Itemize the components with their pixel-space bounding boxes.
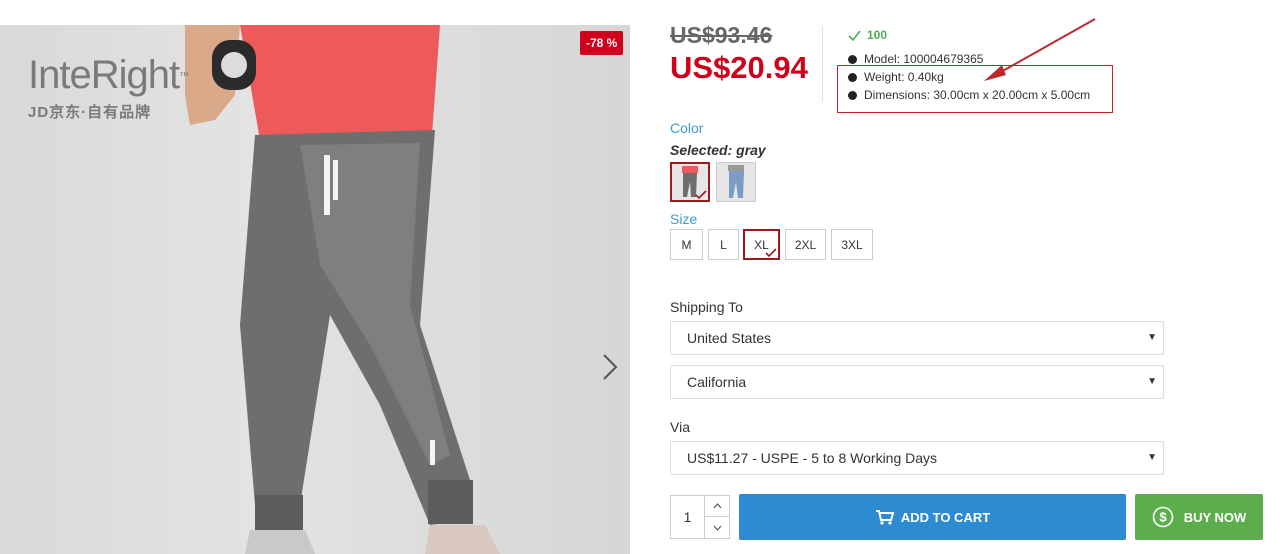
logo-trademark: ™ [179,71,189,82]
cart-icon [875,510,895,525]
shipping-method-select[interactable]: US$11.27 - USPE - 5 to 8 Working Days ▼ [670,441,1164,475]
color-swatch-blue[interactable] [716,162,756,202]
size-option-2xl-text: 2XL [794,237,817,252]
size-option-l-text: L [720,237,727,252]
spec-model-text: Model: 100004679365 [864,52,984,66]
product-page: InteRight™ JD京东·自有品牌 -78 % US$93.46 US$2… [0,0,1280,554]
logo-subtitle: JD京东·自有品牌 [28,104,152,121]
shipping-to-label: Shipping To [670,299,743,315]
brand-logo: InteRight™ JD京东·自有品牌 [28,53,189,122]
size-option-3xl[interactable]: 3XL [831,229,873,260]
quantity-decrement-button[interactable] [704,517,729,538]
quantity-increment-button[interactable] [704,496,729,517]
size-option-l[interactable]: L [708,229,739,260]
svg-text:$: $ [1159,510,1167,525]
annotation-arrow-icon [984,18,1096,81]
discount-badge: -78 % [580,31,624,55]
current-price: US$20.94 [670,50,808,85]
add-to-cart-button[interactable]: ADD TO CART [739,494,1126,540]
original-price: US$93.46 [670,22,773,48]
stock-count: 100 [867,28,888,42]
product-image: InteRight™ JD京东·自有品牌 -78 % [0,25,630,554]
buy-now-button[interactable]: $ BUY NOW [1135,494,1263,540]
selected-check-icon [765,248,777,258]
color-swatch-gray[interactable] [670,162,710,202]
caret-down-icon: ▼ [1147,332,1157,343]
add-to-cart-label: ADD TO CART [900,509,991,525]
selected-color-text: Selected: gray [670,142,766,158]
size-option-xl[interactable]: XL [743,229,780,260]
chevron-right-icon[interactable] [598,351,622,383]
quantity-stepper [670,495,730,539]
state-select[interactable]: California ▼ [670,365,1164,399]
logo-text: InteRight [28,53,180,97]
dollar-circle-icon: $ [1152,506,1173,528]
size-option-m[interactable]: M [670,229,703,260]
buy-now-label: BUY NOW [1183,509,1247,525]
size-option-3xl-text: 3XL [841,237,863,252]
country-select[interactable]: United States ▼ [670,321,1164,355]
shipping-method-value: US$11.27 - USPE - 5 to 8 Working Days [687,450,938,466]
quantity-input[interactable] [671,496,704,538]
size-option-2xl[interactable]: 2XL [785,229,826,260]
stock-indicator: 100 [848,28,887,42]
via-label: Via [670,419,690,435]
selected-check-icon [695,190,707,200]
bullet-icon [848,54,857,64]
check-icon [848,30,861,41]
chevron-up-icon [713,503,721,509]
caret-down-icon: ▼ [1147,376,1157,387]
color-label: Color [670,120,704,136]
country-select-value: United States [687,330,772,346]
state-select-value: California [687,374,747,390]
size-label: Size [670,211,698,227]
price-divider [822,26,823,102]
size-option-m-text: M [681,237,692,252]
swatch-blue-thumbnail [717,163,755,201]
caret-down-icon: ▼ [1147,452,1157,463]
chevron-down-icon [713,525,721,531]
